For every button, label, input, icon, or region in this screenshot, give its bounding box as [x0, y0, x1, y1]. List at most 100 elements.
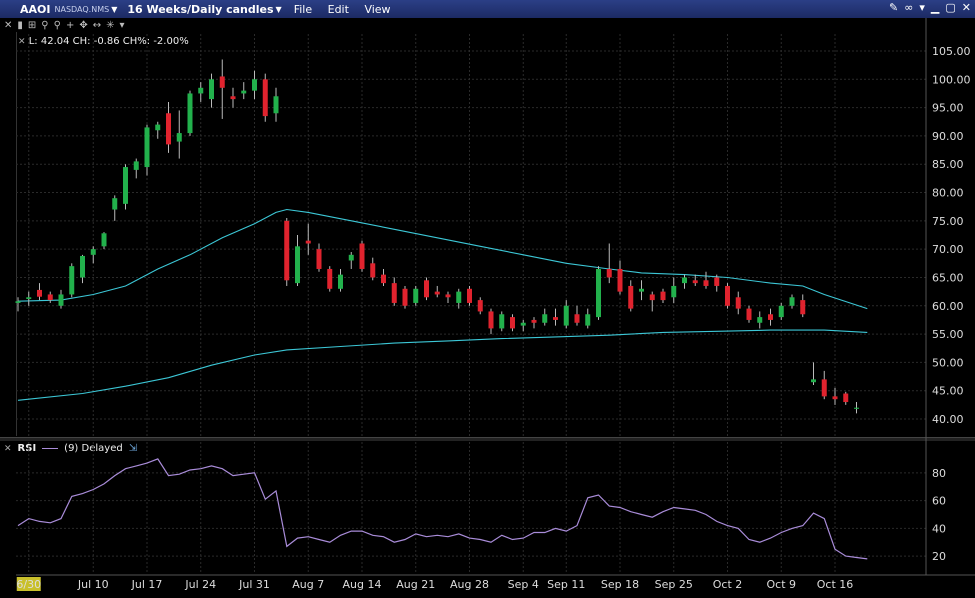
candle-body	[746, 308, 752, 320]
candle-body	[596, 268, 601, 318]
candle	[789, 294, 795, 309]
candle-body	[101, 233, 107, 247]
candle-body	[649, 294, 655, 301]
candle	[402, 285, 408, 309]
candle	[682, 274, 687, 289]
date-tick-label: Jul 17	[131, 578, 163, 591]
candle-body	[682, 277, 687, 284]
candle	[381, 268, 386, 286]
candle	[499, 311, 505, 332]
candle	[295, 235, 300, 286]
candle-body	[241, 90, 247, 94]
price-tick-label: 40.00	[932, 413, 964, 426]
candle-body	[499, 314, 505, 329]
candle-body	[69, 266, 75, 295]
candle	[445, 291, 451, 303]
candle	[58, 289, 64, 309]
candle	[241, 82, 247, 100]
candle-body	[348, 254, 354, 261]
candle-body	[370, 263, 376, 278]
candle-body	[510, 317, 515, 329]
candle-body	[692, 280, 698, 284]
candle-body	[617, 268, 623, 292]
candle	[531, 317, 537, 329]
price-tick-label: 75.00	[932, 215, 964, 228]
rsi-axis: 20 40 60 80	[932, 467, 946, 563]
candle-body	[520, 322, 526, 326]
date-tick-label: Aug 14	[343, 578, 382, 591]
candle-body	[757, 317, 763, 323]
candle	[843, 391, 849, 405]
candle-body	[316, 249, 322, 269]
candle-body	[273, 96, 279, 114]
candle	[746, 305, 752, 323]
candle-body	[477, 300, 483, 312]
candle	[273, 87, 279, 122]
candle	[628, 280, 634, 312]
candle-body	[327, 268, 333, 289]
candle	[596, 266, 601, 320]
date-tick-label: Jul 10	[77, 578, 109, 591]
candle	[391, 277, 397, 306]
candle-body	[832, 396, 838, 400]
candle	[166, 101, 171, 153]
candle	[800, 294, 806, 318]
candle	[617, 260, 623, 295]
candle	[112, 195, 118, 221]
date-tick-label: Sep 18	[601, 578, 639, 591]
candle	[327, 266, 333, 292]
candle	[101, 232, 107, 250]
date-tick-label: 6/30	[16, 578, 41, 591]
candle-body	[413, 288, 419, 303]
candle	[370, 257, 376, 281]
candle-body	[821, 379, 827, 397]
price-tick-label: 100.00	[932, 73, 971, 86]
candle	[359, 240, 365, 272]
candle-body	[230, 96, 236, 100]
candle-body	[456, 291, 462, 303]
candle-body	[553, 317, 558, 320]
candle-body	[800, 300, 806, 315]
candle	[252, 70, 257, 100]
candle-body	[305, 240, 311, 244]
price-tick-label: 105.00	[932, 45, 971, 58]
candle-body	[47, 294, 53, 301]
candle	[768, 308, 773, 326]
candle-body	[789, 297, 795, 306]
candle-body	[402, 288, 408, 306]
candle-body	[133, 161, 139, 170]
candle-body	[639, 288, 644, 292]
candle	[69, 263, 75, 298]
date-tick-label: Aug 7	[292, 578, 324, 591]
candle-body	[424, 280, 429, 298]
chart-canvas[interactable]: 40.00 45.00 50.00 55.00 60.00 65.00 70.00 75.00…	[0, 0, 975, 598]
candle-body	[488, 311, 494, 329]
price-tick-label: 60.00	[932, 300, 964, 313]
candle	[47, 291, 53, 303]
candle	[26, 291, 32, 306]
candle-body	[671, 285, 677, 298]
price-axis: 40.00 45.00 50.00 55.00 60.00 65.00 70.00 75.00…	[932, 45, 971, 426]
candle-body	[703, 280, 709, 286]
candle-body	[37, 289, 42, 297]
candle-body	[606, 268, 612, 278]
date-tick-label: Aug 28	[450, 578, 489, 591]
date-axis: 6/30 Jul 10 Jul 17 Jul 24 Jul 31 Aug 7 Aug 14 A…	[16, 577, 853, 591]
candle	[757, 311, 763, 329]
candle-body	[531, 319, 537, 323]
candle-body	[854, 407, 859, 409]
date-tick-label: Oct 16	[817, 578, 854, 591]
price-tick-label: 70.00	[932, 243, 964, 256]
candle	[230, 87, 236, 108]
candle	[660, 288, 666, 303]
candle	[520, 319, 526, 332]
candle	[90, 246, 96, 264]
candle	[854, 402, 859, 414]
candle	[585, 308, 591, 329]
candles	[15, 59, 859, 414]
candle	[553, 308, 558, 326]
candle-body	[58, 294, 64, 306]
candle-body	[628, 285, 634, 309]
candle-body	[80, 255, 85, 278]
candle-body	[778, 305, 784, 318]
